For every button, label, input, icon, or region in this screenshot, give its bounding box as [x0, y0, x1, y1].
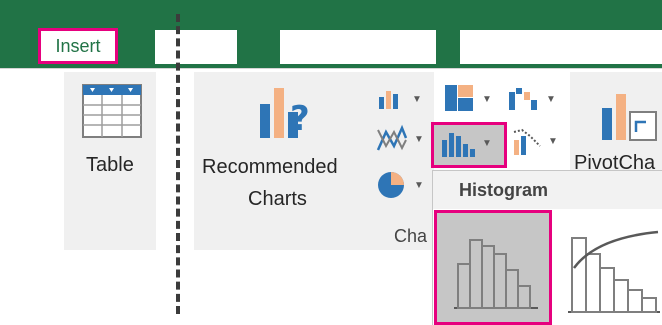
chevron-down-icon[interactable]: ▼	[548, 136, 558, 147]
svg-text:?: ?	[290, 99, 310, 139]
pie-chart-icon[interactable]	[376, 170, 406, 200]
histogram-chart-icon	[454, 239, 538, 309]
pivotchart-icon[interactable]	[596, 88, 662, 148]
tab-insert[interactable]: Insert	[38, 28, 118, 64]
chevron-down-icon: ▼	[482, 138, 492, 149]
pareto-chart-icon[interactable]	[566, 228, 662, 314]
charts-group-label: Cha	[394, 226, 428, 246]
histogram-header: Histogram	[433, 171, 662, 209]
chevron-down-icon[interactable]: ▼	[482, 94, 492, 105]
tab-placeholder-1[interactable]	[155, 30, 237, 64]
tab-placeholder-2[interactable]	[280, 30, 436, 64]
table-icon[interactable]	[82, 84, 142, 138]
waterfall-chart-icon[interactable]	[508, 86, 538, 112]
recommended-charts-label-2: Charts	[248, 188, 307, 210]
line-chart-icon[interactable]	[376, 124, 408, 154]
column-chart-icon[interactable]	[378, 88, 402, 110]
chevron-down-icon[interactable]: ▼	[412, 94, 422, 105]
hierarchy-chart-icon[interactable]	[444, 84, 474, 112]
scatter-chart-icon[interactable]	[512, 126, 542, 156]
chevron-down-icon[interactable]: ▼	[546, 94, 556, 105]
tab-placeholder-3[interactable]	[460, 30, 662, 64]
chevron-down-icon[interactable]: ▼	[414, 180, 424, 191]
table-label: Table	[86, 154, 134, 176]
histogram-icon	[442, 133, 475, 157]
chevron-down-icon[interactable]: ▼	[414, 134, 424, 145]
group-divider	[176, 14, 180, 314]
recommended-charts-icon[interactable]: ?	[256, 82, 318, 144]
recommended-charts-label-1: Recommended	[202, 156, 338, 178]
